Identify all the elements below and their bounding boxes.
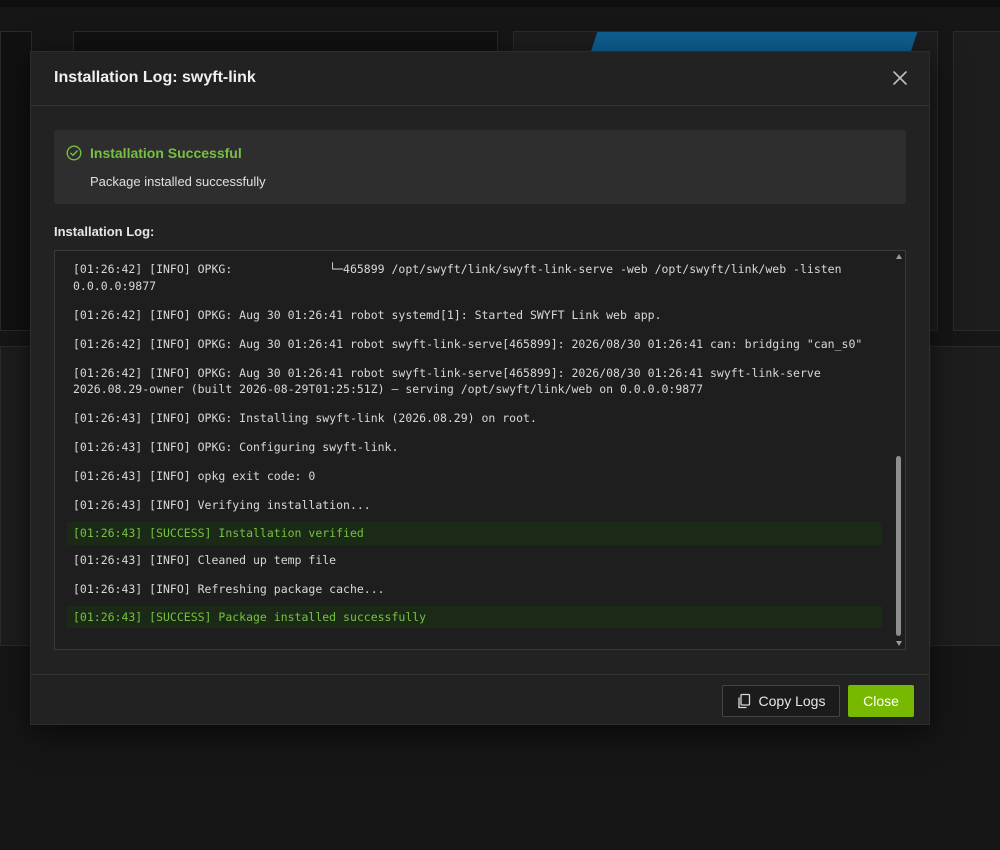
log-line: [01:26:43] [INFO] opkg exit code: 0 — [73, 469, 316, 483]
close-button[interactable]: Close — [848, 685, 914, 717]
log-line-success: [01:26:43] [SUCCESS] Package installed s… — [67, 605, 882, 628]
log-lines: [01:26:42] [INFO] OPKG: └─465899 /opt/sw… — [67, 261, 882, 635]
log-line: [01:26:43] [INFO] Cleaned up temp file — [73, 552, 337, 567]
check-circle-icon — [66, 145, 82, 161]
background-image — [590, 32, 918, 52]
background-card — [930, 346, 1000, 646]
log-line: [01:26:42] [INFO] OPKG: Aug 30 01:26:41 … — [73, 365, 828, 397]
background-card — [953, 31, 1000, 331]
log-line: [01:26:43] [INFO] OPKG: Installing swyft… — [73, 411, 537, 425]
background-card — [0, 31, 32, 331]
modal-footer-divider — [31, 674, 929, 675]
background-topbar — [0, 0, 1000, 7]
log-line: [01:26:43] [INFO] OPKG: Configuring swyf… — [73, 440, 399, 454]
log-line: [01:26:42] [INFO] OPKG: Aug 30 01:26:41 … — [73, 307, 662, 322]
scroll-down-arrow-icon[interactable] — [896, 641, 902, 646]
close-icon[interactable] — [889, 67, 911, 89]
log-output[interactable]: [01:26:42] [INFO] OPKG: └─465899 /opt/sw… — [54, 250, 906, 650]
success-message: Package installed successfully — [90, 174, 266, 189]
log-line: [01:26:43] [INFO] Refreshing package cac… — [73, 581, 385, 596]
installation-log-modal: Installation Log: swyft-link Installatio… — [30, 51, 930, 725]
log-line: [01:26:42] [INFO] OPKG: └─465899 /opt/sw… — [73, 262, 849, 293]
scroll-thumb[interactable] — [896, 456, 901, 636]
copy-logs-label: Copy Logs — [758, 693, 826, 709]
success-alert: Installation Successful Package installe… — [54, 130, 906, 204]
background-card — [73, 31, 498, 53]
copy-logs-button[interactable]: Copy Logs — [722, 685, 840, 717]
background-card — [0, 346, 32, 646]
modal-header: Installation Log: swyft-link — [31, 52, 929, 106]
modal-title: Installation Log: swyft-link — [54, 69, 256, 86]
log-label: Installation Log: — [54, 224, 155, 239]
log-line: [01:26:42] [INFO] OPKG: Aug 30 01:26:41 … — [73, 336, 863, 351]
log-line: [01:26:43] [INFO] Verifying installation… — [73, 498, 371, 512]
log-scrollbar[interactable] — [893, 251, 905, 649]
log-line-success: [01:26:43] [SUCCESS] Installation verifi… — [67, 522, 882, 545]
scroll-up-arrow-icon[interactable] — [896, 254, 902, 259]
success-title: Installation Successful — [90, 145, 242, 161]
copy-icon — [737, 693, 751, 709]
